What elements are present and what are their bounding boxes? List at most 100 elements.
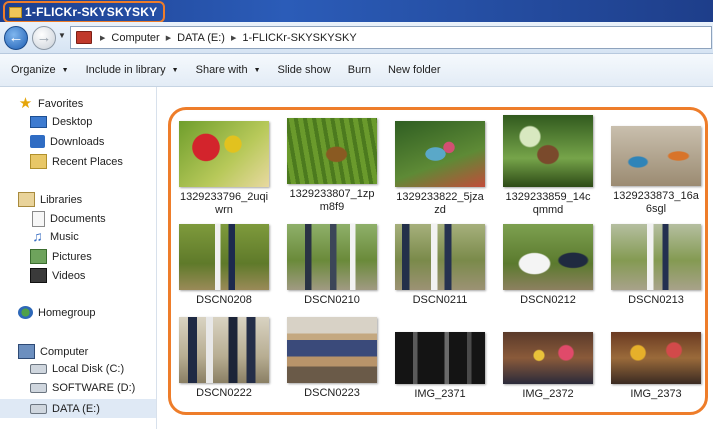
organize-button[interactable]: Organize ▼ — [5, 64, 75, 76]
drive-icon — [30, 364, 47, 374]
file-item[interactable]: DSCN0212 — [503, 224, 593, 307]
file-item[interactable]: DSCN0223 — [287, 317, 377, 400]
nav-label: DATA (E:) — [52, 402, 100, 415]
nav-documents[interactable]: Documents — [32, 211, 106, 227]
nav-libraries[interactable]: Libraries — [18, 192, 82, 207]
nav-local-disk[interactable]: Local Disk (C:) — [30, 363, 124, 375]
command-toolbar: Organize ▼ Include in library ▼ Share wi… — [0, 54, 713, 87]
image-thumbnail — [287, 224, 377, 290]
nav-label: Computer — [40, 345, 89, 358]
nav-label: Favorites — [38, 97, 84, 110]
nav-music[interactable]: ♫ Music — [30, 229, 78, 243]
address-bar: ← → ▼ ▶ Computer ▶ DATA (E:) ▶ 1-FLICKr-… — [0, 22, 713, 54]
homegroup-icon — [18, 306, 33, 319]
image-thumbnail — [503, 115, 593, 187]
pictures-icon — [30, 249, 47, 264]
file-name: DSCN0222 — [196, 387, 252, 399]
nav-downloads[interactable]: Downloads — [30, 135, 104, 148]
file-item[interactable]: DSCN0208 — [179, 224, 269, 307]
file-item[interactable]: 1329233807_1zpm8f9 — [287, 118, 377, 214]
nav-label: Documents — [50, 213, 106, 225]
include-in-library-button[interactable]: Include in library ▼ — [80, 64, 185, 76]
image-thumbnail — [179, 224, 269, 290]
nav-label: Libraries — [40, 193, 83, 206]
image-thumbnail — [395, 224, 485, 290]
nav-label: Videos — [52, 269, 86, 282]
nav-pictures[interactable]: Pictures — [30, 249, 92, 264]
computer-icon — [18, 344, 35, 359]
nav-homegroup[interactable]: Homegroup — [18, 306, 95, 319]
breadcrumb-data-drive[interactable]: DATA (E:) — [177, 32, 225, 44]
file-item[interactable]: 1329233796_2uqiwrn — [179, 121, 269, 217]
image-thumbnail — [611, 224, 701, 290]
image-thumbnail — [395, 332, 485, 384]
nav-computer[interactable]: Computer — [18, 344, 88, 359]
share-with-button[interactable]: Share with ▼ — [190, 64, 267, 76]
nav-desktop[interactable]: Desktop — [30, 116, 92, 128]
file-item[interactable]: IMG_2373 — [611, 332, 701, 401]
breadcrumb-computer[interactable]: Computer — [111, 32, 159, 44]
navigation-pane: ★ Favorites Desktop Downloads Recent Pla… — [0, 87, 157, 429]
include-label: Include in library — [85, 64, 166, 76]
file-name: DSCN0223 — [304, 387, 360, 399]
libraries-icon — [18, 192, 35, 207]
image-thumbnail — [611, 332, 701, 384]
breadcrumb-current-folder[interactable]: 1-FLICKr-SKYSKYSKY — [242, 32, 356, 44]
file-name: 1329233796_2uqiwrn — [179, 191, 269, 216]
nav-recent-places[interactable]: Recent Places — [30, 154, 123, 169]
file-item[interactable]: DSCN0213 — [611, 224, 701, 307]
file-name: DSCN0212 — [520, 294, 576, 306]
back-button[interactable]: ← — [4, 26, 28, 50]
file-item[interactable]: IMG_2372 — [503, 332, 593, 401]
folder-icon — [9, 6, 22, 18]
organize-label: Organize — [11, 64, 56, 76]
recent-pages-dropdown[interactable]: ▼ — [58, 31, 66, 40]
nav-label: Recent Places — [52, 155, 123, 168]
burn-button[interactable]: Burn — [342, 64, 377, 76]
nav-software-drive[interactable]: SOFTWARE (D:) — [30, 382, 135, 394]
slide-show-button[interactable]: Slide show — [272, 64, 337, 76]
image-thumbnail — [503, 224, 593, 290]
file-name: IMG_2371 — [414, 388, 466, 400]
chevron-right-icon[interactable]: ▶ — [166, 34, 171, 42]
chevron-right-icon[interactable]: ▶ — [231, 34, 236, 42]
file-item[interactable]: DSCN0211 — [395, 224, 485, 307]
new-folder-button[interactable]: New folder — [382, 64, 447, 76]
nav-label: Pictures — [52, 250, 92, 263]
image-thumbnail — [287, 317, 377, 383]
address-field[interactable]: ▶ Computer ▶ DATA (E:) ▶ 1-FLICKr-SKYSKY… — [70, 26, 712, 49]
file-name: 1329233873_16a6sgl — [613, 190, 699, 215]
file-name: 1329233859_14cqmmd — [505, 191, 591, 216]
nav-label: Homegroup — [38, 306, 96, 319]
file-item[interactable]: 1329233822_5jzazd — [395, 121, 485, 217]
nav-favorites[interactable]: ★ Favorites — [18, 96, 84, 111]
chevron-right-icon[interactable]: ▶ — [100, 34, 105, 42]
image-thumbnail — [395, 121, 485, 187]
file-item[interactable]: DSCN0210 — [287, 224, 377, 307]
file-item[interactable]: 1329233859_14cqmmd — [503, 115, 593, 217]
drive-icon — [30, 403, 47, 414]
nav-videos[interactable]: Videos — [30, 268, 85, 283]
folder-icon — [76, 31, 92, 44]
image-thumbnail — [179, 121, 269, 187]
image-thumbnail — [503, 332, 593, 384]
caret-down-icon: ▼ — [171, 66, 179, 74]
window-title-highlight: 1-FLICKr-SKYSKYSKY — [3, 1, 166, 23]
title-bar: 1-FLICKr-SKYSKYSKY — [0, 0, 713, 23]
desktop-icon — [30, 116, 47, 128]
file-item[interactable]: DSCN0222 — [179, 317, 269, 400]
recent-places-icon — [30, 154, 47, 169]
caret-down-icon: ▼ — [61, 66, 69, 74]
image-thumbnail — [611, 126, 701, 186]
image-thumbnail — [287, 118, 377, 184]
nav-data-drive[interactable]: DATA (E:) — [0, 399, 156, 418]
document-icon — [32, 211, 45, 227]
image-thumbnail — [179, 317, 269, 383]
file-name: 1329233822_5jzazd — [396, 191, 484, 216]
file-name: DSCN0208 — [196, 294, 252, 306]
nav-label: Desktop — [52, 116, 93, 128]
nav-label: Local Disk (C:) — [52, 363, 125, 375]
forward-button[interactable]: → — [32, 26, 56, 50]
file-item[interactable]: IMG_2371 — [395, 332, 485, 401]
file-item[interactable]: 1329233873_16a6sgl — [611, 126, 701, 216]
